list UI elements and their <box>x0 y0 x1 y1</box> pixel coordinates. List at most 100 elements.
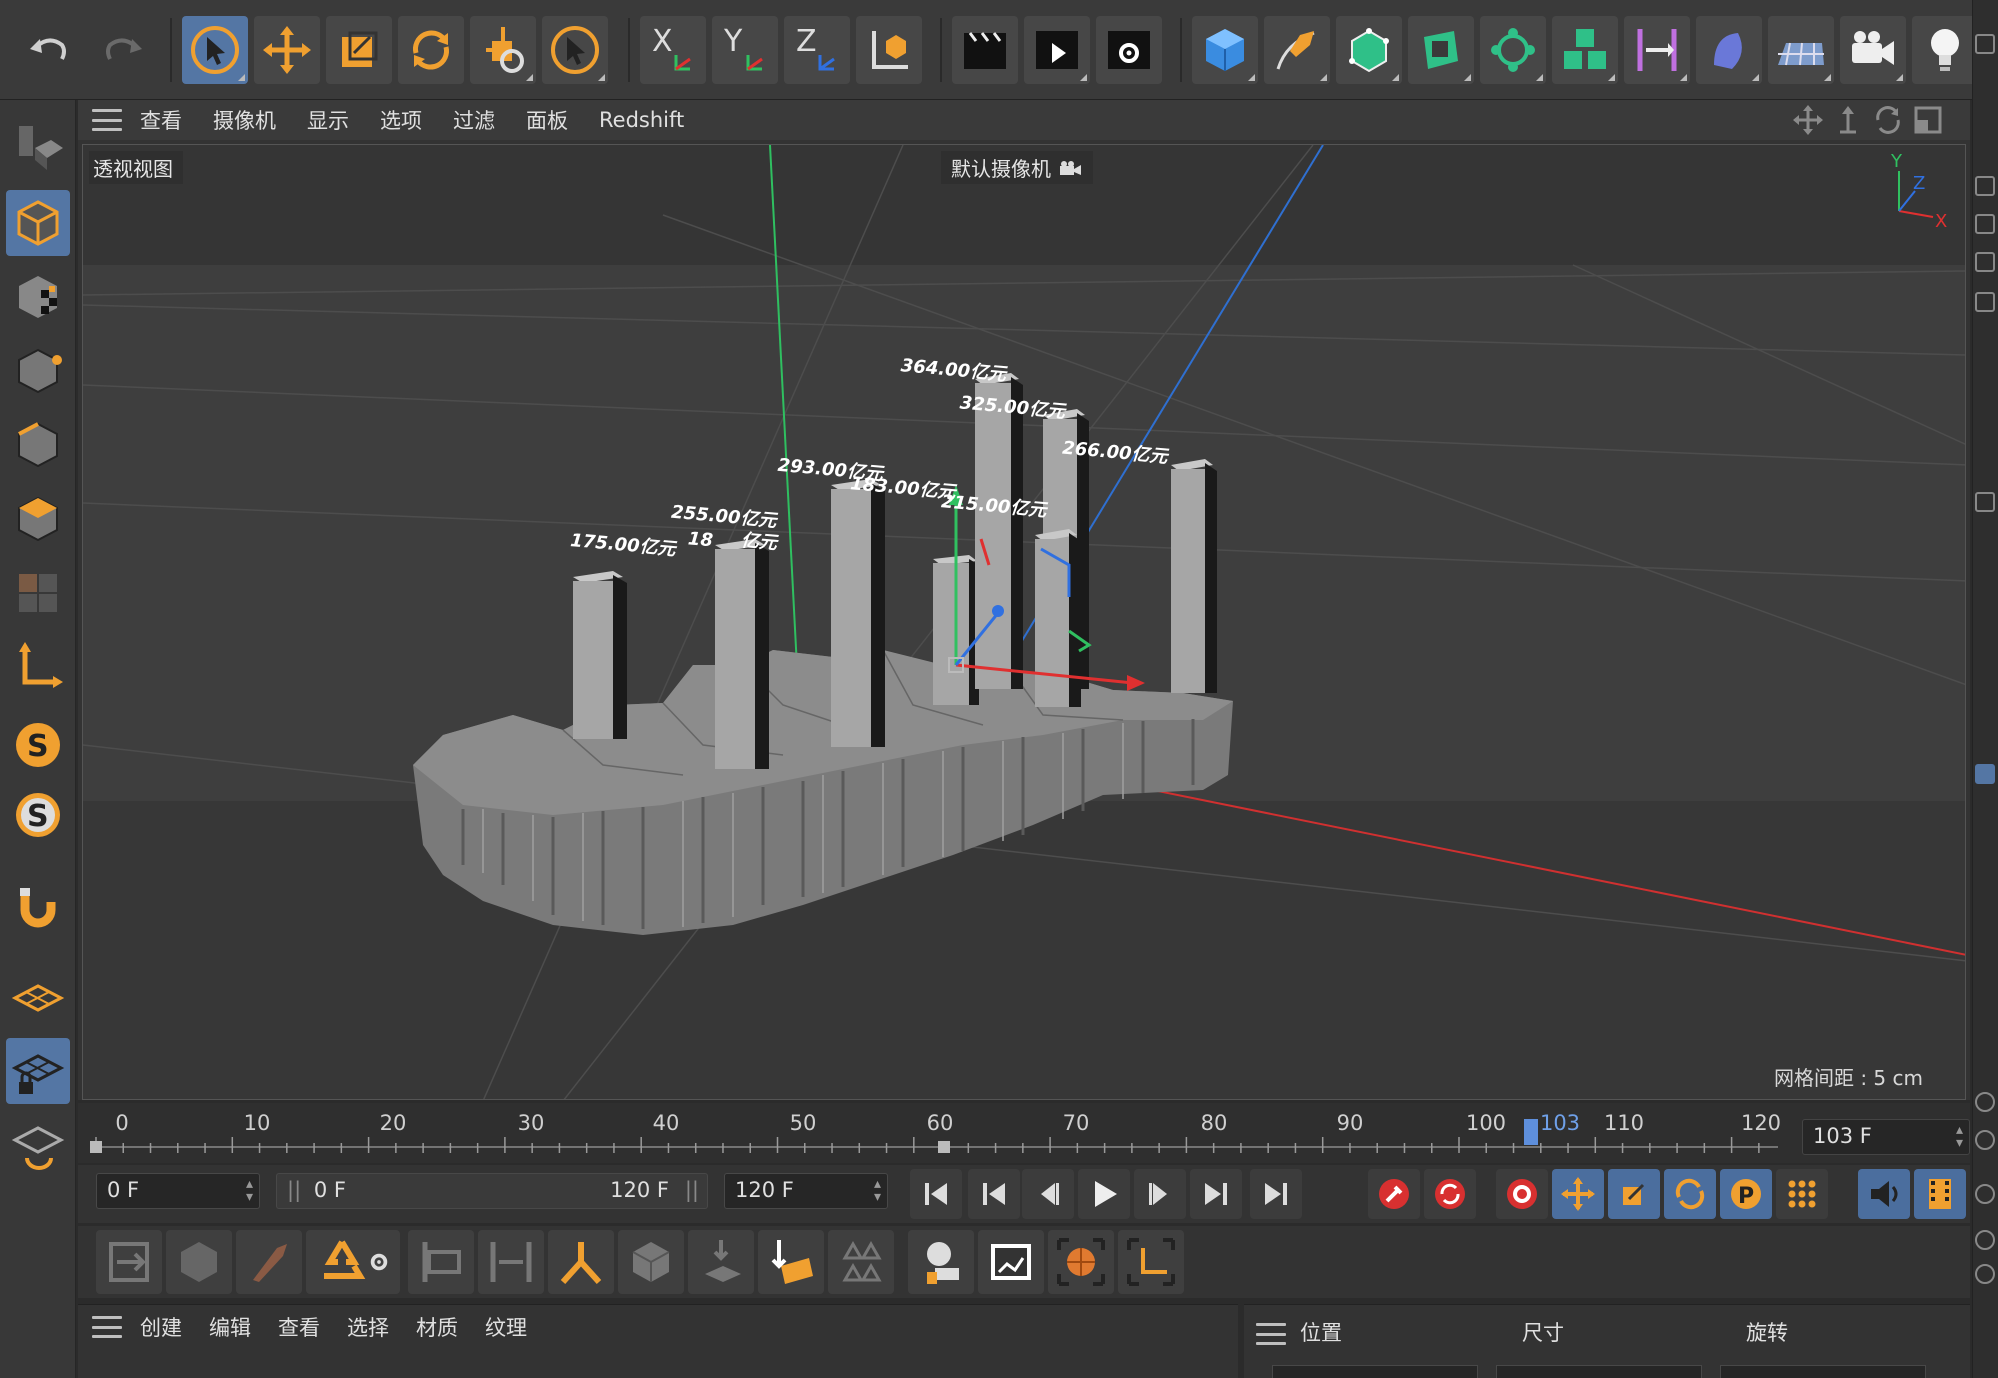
workplane-align-button[interactable] <box>6 1112 70 1178</box>
field-button[interactable] <box>1696 16 1762 84</box>
menu-cameras[interactable]: 摄像机 <box>213 105 276 135</box>
transform-tool-button[interactable] <box>470 16 536 84</box>
previous-key-button[interactable] <box>968 1169 1020 1219</box>
frame-spinner-icon[interactable]: ▴ ▾ <box>1956 1123 1963 1150</box>
cubes-array-button[interactable] <box>1552 16 1618 84</box>
coordinate-system-button[interactable] <box>856 16 922 84</box>
3d-viewport[interactable]: 175.00亿元 255.00亿元 18 亿元 293.00亿元 183.00亿… <box>82 144 1966 1100</box>
radio-icon[interactable] <box>1975 1264 1995 1284</box>
key-point-level-button[interactable] <box>1776 1169 1828 1219</box>
material-menu-edit[interactable]: 编辑 <box>209 1312 251 1342</box>
panel-toggle-icon[interactable] <box>1975 492 1995 512</box>
material-menu-create[interactable]: 创建 <box>140 1312 182 1342</box>
deformer-button[interactable] <box>1624 16 1690 84</box>
connect-objects-button[interactable] <box>96 1230 162 1294</box>
material-menu-icon[interactable] <box>92 1316 122 1338</box>
panel-toggle-icon[interactable] <box>1975 292 1995 312</box>
point-mode-button[interactable] <box>6 338 70 404</box>
range-right-handle-icon[interactable]: || <box>685 1178 699 1202</box>
film-strip-button[interactable] <box>1914 1169 1966 1219</box>
light-button[interactable] <box>1912 16 1978 84</box>
sound-toggle-button[interactable] <box>1858 1169 1910 1219</box>
camera-button[interactable] <box>1840 16 1906 84</box>
menu-redshift[interactable]: Redshift <box>599 108 684 132</box>
recent-selection-button[interactable] <box>542 16 608 84</box>
pan-view-icon[interactable] <box>1792 104 1824 136</box>
axis-mode-button[interactable] <box>6 634 70 700</box>
coord-x-position-field[interactable] <box>1272 1365 1478 1378</box>
radio-icon[interactable] <box>1975 1230 1995 1250</box>
model-mode-button[interactable] <box>6 190 70 256</box>
cube-tool-button[interactable] <box>618 1230 684 1294</box>
cube-primitive-button[interactable] <box>1192 16 1258 84</box>
material-menu-texture[interactable]: 纹理 <box>485 1312 527 1342</box>
snap-button[interactable]: S <box>6 712 70 778</box>
drop-to-floor-button[interactable] <box>688 1230 754 1294</box>
render-settings-button[interactable] <box>1096 16 1162 84</box>
next-frame-button[interactable] <box>1134 1169 1186 1219</box>
render-view-button[interactable] <box>952 16 1018 84</box>
scale-tool-button[interactable] <box>326 16 392 84</box>
menu-options[interactable]: 选项 <box>380 105 422 135</box>
key-scale-button[interactable] <box>1608 1169 1660 1219</box>
locked-workplane-button[interactable] <box>6 1038 70 1104</box>
texture-mode-button[interactable] <box>6 264 70 330</box>
move-tool-button[interactable] <box>254 16 320 84</box>
panel-toggle-icon[interactable] <box>1975 252 1995 272</box>
menu-filter[interactable]: 过滤 <box>453 105 495 135</box>
extrude-generator-button[interactable] <box>1408 16 1474 84</box>
key-position-button[interactable] <box>1552 1169 1604 1219</box>
material-menu-material[interactable]: 材质 <box>416 1312 458 1342</box>
menu-panel[interactable]: 面板 <box>526 105 568 135</box>
magnet-button[interactable] <box>6 874 70 940</box>
recycle-tool-button[interactable] <box>306 1230 400 1294</box>
lock-y-axis-button[interactable]: Y <box>712 16 778 84</box>
make-editable-button[interactable] <box>6 112 70 178</box>
go-to-end-button[interactable] <box>1250 1169 1302 1219</box>
snapshot-button[interactable] <box>978 1230 1044 1294</box>
undo-button[interactable] <box>16 16 82 84</box>
viewport-menu-icon[interactable] <box>92 109 122 131</box>
previous-frame-button[interactable] <box>1022 1169 1074 1219</box>
panel-toggle-icon[interactable] <box>1975 214 1995 234</box>
orbit-view-icon[interactable] <box>1872 104 1904 136</box>
live-selection-button[interactable] <box>182 16 248 84</box>
render-to-picture-viewer-button[interactable] <box>1024 16 1090 84</box>
coord-h-rotation-field[interactable] <box>1720 1365 1926 1378</box>
key-parameter-button[interactable]: P <box>1720 1169 1772 1219</box>
material-menu-select[interactable]: 选择 <box>347 1312 389 1342</box>
coord-x-size-field[interactable] <box>1496 1365 1702 1378</box>
cloner-button[interactable] <box>1480 16 1546 84</box>
snap-settings-button[interactable]: S <box>6 782 70 848</box>
start-frame-field[interactable]: 0 F ▴ ▾ <box>96 1173 260 1209</box>
keyframe-selection-button[interactable] <box>1496 1169 1548 1219</box>
material-menu-view[interactable]: 查看 <box>278 1312 320 1342</box>
radio-icon[interactable] <box>1975 1130 1995 1150</box>
ball-tool-button[interactable] <box>1048 1230 1114 1294</box>
polygon-object-button[interactable] <box>166 1230 232 1294</box>
redo-button[interactable] <box>90 16 156 84</box>
menu-display[interactable]: 显示 <box>307 105 349 135</box>
lookat-camera-button[interactable] <box>908 1230 974 1294</box>
pen-spline-button[interactable] <box>1264 16 1330 84</box>
axis-center-button[interactable] <box>1118 1230 1184 1294</box>
knife-tool-button[interactable] <box>236 1230 302 1294</box>
end-spinner-icon[interactable]: ▴ ▾ <box>874 1177 881 1204</box>
place-on-surface-button[interactable] <box>758 1230 824 1294</box>
radio-icon[interactable] <box>1975 1184 1995 1204</box>
align-tool-button[interactable] <box>408 1230 474 1294</box>
uv-mode-button[interactable] <box>6 560 70 626</box>
distribute-tool-button[interactable] <box>478 1230 544 1294</box>
play-button[interactable] <box>1078 1169 1130 1219</box>
split-tool-button[interactable] <box>548 1230 614 1294</box>
go-to-start-button[interactable] <box>910 1169 962 1219</box>
edge-mode-button[interactable] <box>6 412 70 478</box>
subdivision-surface-button[interactable] <box>1336 16 1402 84</box>
panel-handle-icon[interactable] <box>1975 34 1995 54</box>
workplane-button[interactable] <box>6 964 70 1030</box>
end-frame-field[interactable]: 120 F ▴ ▾ <box>724 1173 888 1209</box>
timeline-ruler[interactable]: 0 10 20 30 40 50 60 70 80 90 100 103 110… <box>78 1103 1970 1163</box>
lock-z-axis-button[interactable]: Z <box>784 16 850 84</box>
next-key-button[interactable] <box>1190 1169 1242 1219</box>
maximize-view-icon[interactable] <box>1912 104 1944 136</box>
